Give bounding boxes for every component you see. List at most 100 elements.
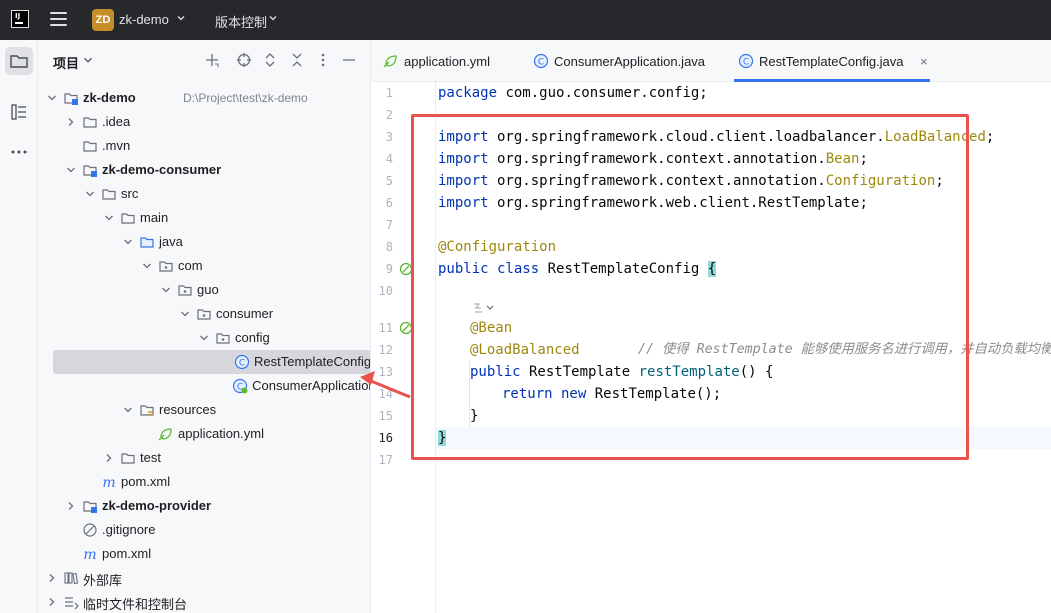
resources-folder-icon: [140, 405, 154, 416]
tree-item-label: guo: [197, 282, 219, 297]
project-panel-title[interactable]: 项目: [53, 53, 79, 72]
tree-item[interactable]: zk-demo-provider: [38, 494, 370, 518]
line-number: 17: [378, 453, 393, 467]
svg-text:m: m: [102, 475, 115, 490]
tree-item[interactable]: src: [38, 182, 370, 206]
chevron-right-icon[interactable]: [46, 596, 58, 608]
chevron-down-icon[interactable]: [141, 260, 153, 272]
chevron-down-icon[interactable]: [268, 13, 278, 23]
tree-item[interactable]: application.yml: [38, 422, 370, 446]
tree-item[interactable]: m pom.xml: [38, 542, 370, 566]
tree-item-path: D:\Project\test\zk-demo: [183, 91, 308, 105]
svg-text:m: m: [83, 547, 96, 562]
tree-item-label: .gitignore: [102, 522, 156, 537]
chevron-down-icon[interactable]: [84, 188, 96, 200]
chevron-down-icon[interactable]: [198, 332, 210, 344]
structure-tool-button[interactable]: [5, 98, 33, 126]
main-menu-icon[interactable]: [50, 12, 67, 26]
tree-item[interactable]: com: [38, 254, 370, 278]
project-tool-button[interactable]: [5, 47, 33, 75]
chevron-down-icon[interactable]: [82, 54, 94, 66]
tree-item-label: zk-demo: [83, 90, 136, 105]
tab-rest-template-config[interactable]: C RestTemplateConfig.java ×: [734, 40, 930, 82]
add-icon[interactable]: [204, 52, 220, 68]
line-number: 5: [385, 174, 393, 188]
chevron-right-icon[interactable]: [46, 572, 58, 584]
tree-item-label: zk-demo-consumer: [102, 162, 222, 177]
tree-item-label: consumer: [216, 306, 274, 321]
vcs-menu[interactable]: 版本控制: [215, 12, 267, 31]
folder-icon: [121, 453, 135, 464]
tree-item[interactable]: .gitignore: [38, 518, 370, 542]
more-tools-button[interactable]: [5, 138, 33, 166]
package-icon: [216, 333, 230, 344]
ignore-file-icon: [83, 523, 97, 537]
tree-item[interactable]: guo: [38, 278, 370, 302]
tree-item[interactable]: .idea: [38, 110, 370, 134]
project-switcher[interactable]: zk-demo: [119, 12, 169, 27]
chevron-down-icon[interactable]: [65, 164, 77, 176]
line-number: 16: [378, 431, 393, 445]
tree-item[interactable]: m pom.xml: [38, 470, 370, 494]
folder-icon: [121, 213, 135, 224]
chevron-down-icon[interactable]: [179, 308, 191, 320]
intellij-logo-icon[interactable]: IJ: [11, 10, 29, 28]
expand-all-icon[interactable]: [262, 52, 278, 68]
tree-item[interactable]: C RestTemplateConfig: [53, 350, 370, 374]
chevron-down-icon[interactable]: [103, 212, 115, 224]
svg-text:C: C: [743, 58, 749, 68]
tree-item[interactable]: config: [38, 326, 370, 350]
tree-item-label: com: [178, 258, 203, 273]
chevron-down-icon[interactable]: [176, 13, 186, 23]
package-icon: [178, 285, 192, 296]
line-number: 10: [378, 284, 393, 298]
tree-item[interactable]: test: [38, 446, 370, 470]
line-number: 8: [385, 240, 393, 254]
structure-icon: [11, 104, 26, 120]
project-badge[interactable]: ZD: [92, 9, 114, 31]
tree-item[interactable]: resources: [38, 398, 370, 422]
tree-item[interactable]: .mvn: [38, 134, 370, 158]
tree-item-label: 外部库: [83, 573, 123, 588]
more-icon: [11, 150, 27, 154]
options-icon[interactable]: [315, 52, 331, 68]
hide-icon[interactable]: [341, 52, 357, 68]
chevron-right-icon[interactable]: [65, 116, 77, 128]
module-folder-icon: [64, 93, 78, 105]
tree-item[interactable]: C ConsumerApplication: [38, 374, 370, 398]
line-number: 6: [385, 196, 393, 210]
close-icon[interactable]: ×: [920, 54, 928, 69]
spring-class-icon: C: [232, 378, 248, 394]
tab-label: application.yml: [404, 54, 490, 69]
chevron-down-icon[interactable]: [122, 236, 134, 248]
source-folder-icon: [140, 237, 154, 248]
tree-item-label: pom.xml: [102, 546, 152, 561]
tree-item[interactable]: java: [38, 230, 370, 254]
tree-item[interactable]: main: [38, 206, 370, 230]
tree-item-label: java: [159, 234, 183, 249]
module-folder-icon: [83, 501, 97, 513]
line-number: 2: [385, 108, 393, 122]
tree-item[interactable]: 外部库: [38, 566, 370, 590]
tree-item[interactable]: zk-demo-consumer: [38, 158, 370, 182]
locate-icon[interactable]: [236, 52, 252, 68]
line-number: 4: [385, 152, 393, 166]
chevron-right-icon[interactable]: [65, 500, 77, 512]
tree-item-label: config: [235, 330, 270, 345]
chevron-down-icon[interactable]: [122, 404, 134, 416]
library-icon: [64, 572, 79, 585]
folder-icon: [83, 117, 97, 128]
tree-item[interactable]: consumer: [38, 302, 370, 326]
chevron-down-icon[interactable]: [46, 92, 58, 104]
class-icon: C: [533, 53, 549, 69]
editor-tab-bar: application.yml C ConsumerApplication.ja…: [371, 40, 1051, 82]
tree-item[interactable]: zk-demo D:\Project\test\zk-demo: [38, 86, 370, 110]
chevron-down-icon[interactable]: [160, 284, 172, 296]
chevron-right-icon[interactable]: [103, 452, 115, 464]
tree-item-label: pom.xml: [121, 474, 171, 489]
tree-item[interactable]: 临时文件和控制台: [38, 590, 370, 613]
scratches-icon: [65, 597, 79, 610]
svg-text:C: C: [538, 58, 544, 68]
collapse-all-icon[interactable]: [289, 52, 305, 68]
maven-icon: m: [83, 547, 96, 562]
